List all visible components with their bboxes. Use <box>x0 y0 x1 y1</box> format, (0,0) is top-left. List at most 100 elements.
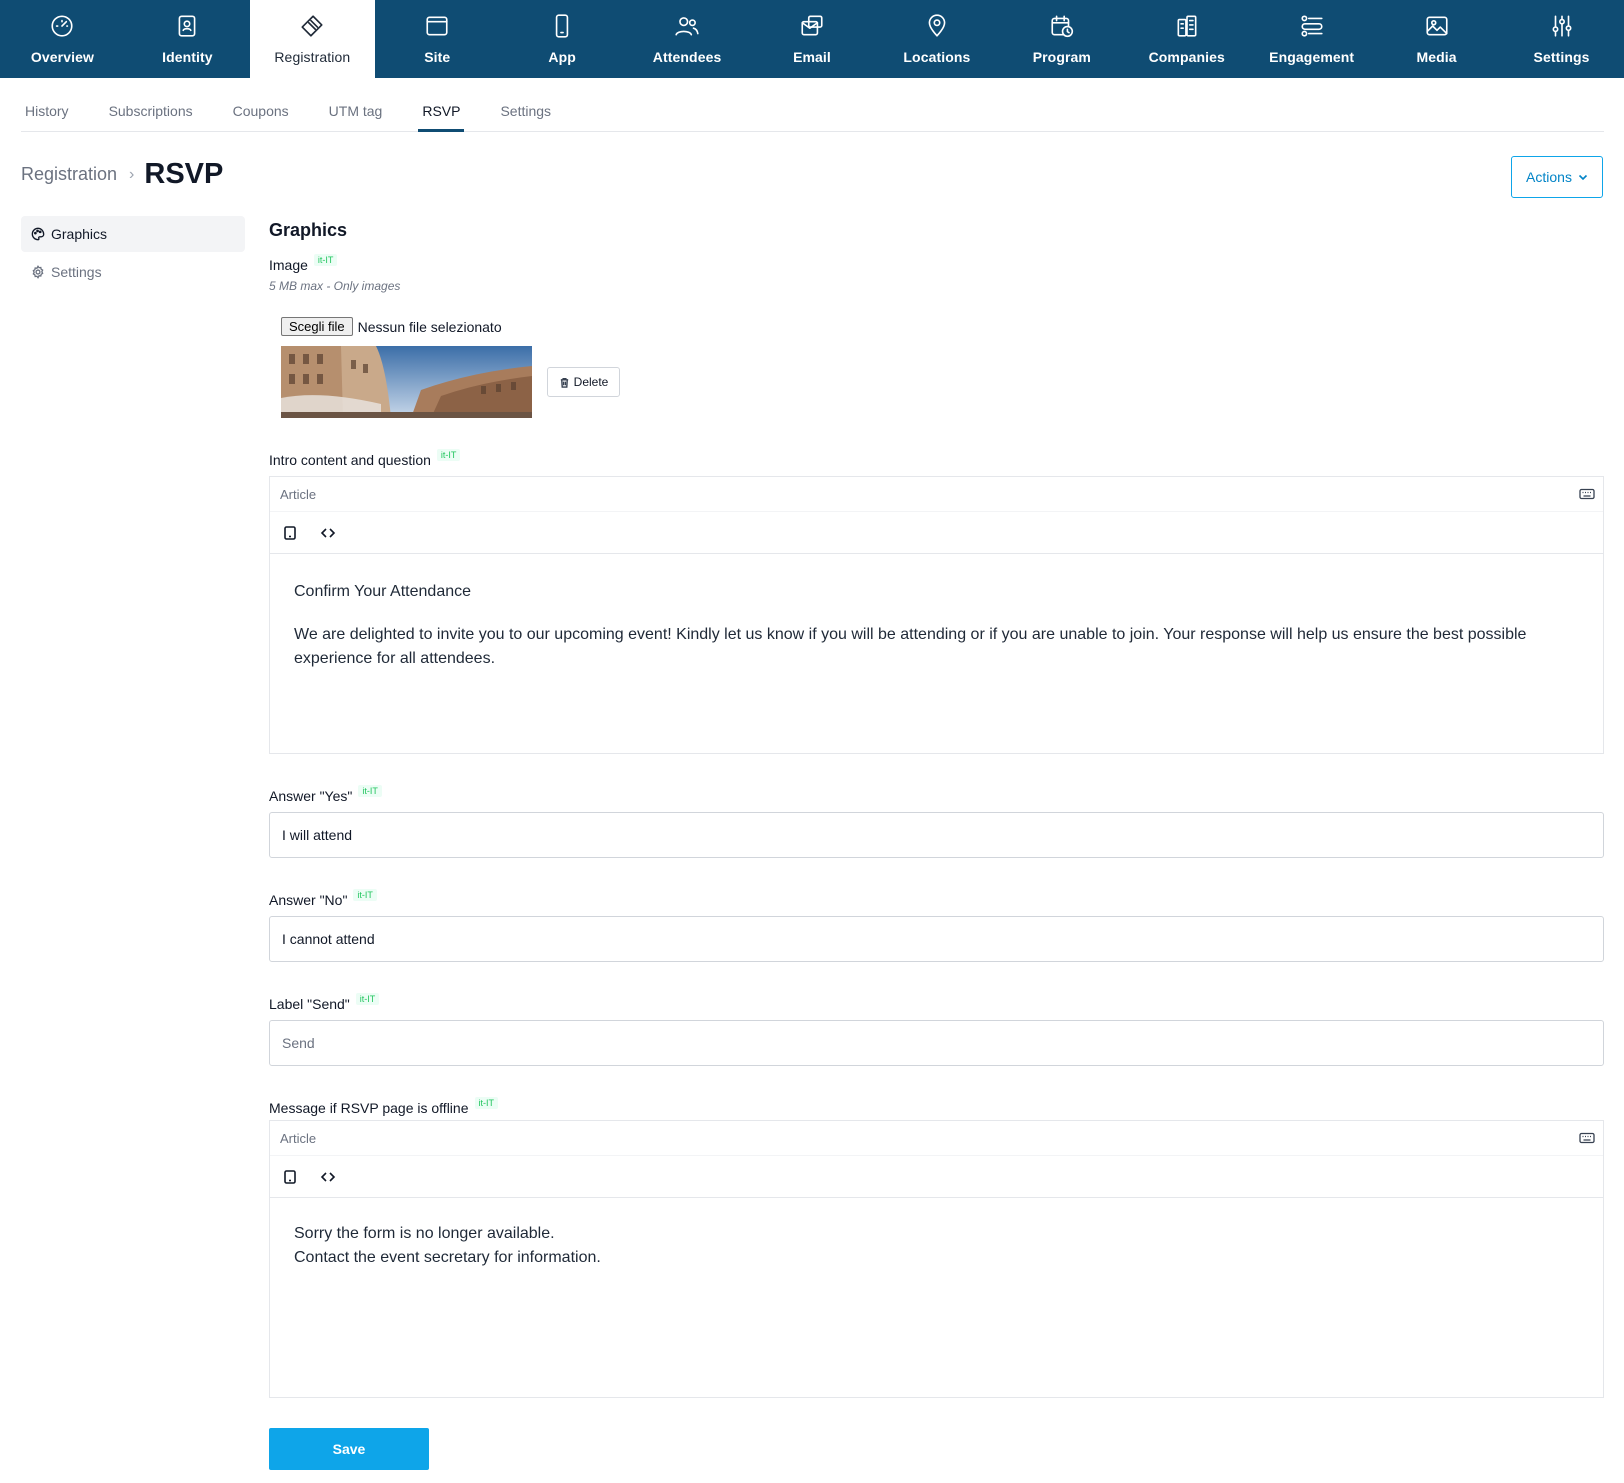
answer-no-field-label: Answer "No" it-IT <box>269 889 1604 908</box>
side-item-label: Graphics <box>51 226 108 242</box>
gear-icon <box>32 265 44 279</box>
nav-item-settings[interactable]: Settings <box>1499 0 1624 78</box>
intro-heading: Confirm Your Attendance <box>294 583 472 600</box>
tab-coupons[interactable]: Coupons <box>229 100 293 132</box>
actions-label: Actions <box>1526 169 1572 185</box>
intro-body: We are delighted to invite you to our up… <box>294 626 1527 667</box>
main-form: Graphics Image it-IT 5 MB max - Only ima… <box>269 220 1604 1470</box>
code-view-icon[interactable] <box>320 1169 336 1185</box>
answer-yes-input[interactable]: I will attend <box>269 812 1604 858</box>
nav-item-companies[interactable]: Companies <box>1124 0 1249 78</box>
tab-settings[interactable]: Settings <box>496 100 555 132</box>
label-send-field-label: Label "Send" it-IT <box>269 993 1604 1012</box>
nav-label: Companies <box>1148 49 1225 65</box>
nav-label: Locations <box>903 49 971 65</box>
offline-field-label: Message if RSVP page is offline it-IT <box>269 1097 1604 1116</box>
tab-rsvp[interactable]: RSVP <box>418 100 465 132</box>
palette-icon <box>31 227 45 241</box>
intro-editor-content[interactable]: Confirm Your Attendance We are delighted… <box>270 554 1603 753</box>
offline-editor: Article Sorry the form is no longer avai… <box>269 1120 1604 1398</box>
map-pin-icon <box>923 12 951 40</box>
nav-label: Site <box>424 49 451 65</box>
image-hint: 5 MB max - Only images <box>269 279 401 293</box>
id-card-icon <box>173 12 201 40</box>
nav-item-site[interactable]: Site <box>375 0 500 78</box>
code-view-icon[interactable] <box>320 525 336 541</box>
actions-button[interactable]: Actions <box>1511 156 1603 198</box>
editor-type-label: Article <box>280 1130 317 1146</box>
locale-badge: it-IT <box>436 449 461 461</box>
locale-badge: it-IT <box>355 993 380 1005</box>
answer-no-label: Answer "No" <box>269 892 348 908</box>
tab-utm-tag[interactable]: UTM tag <box>325 100 387 132</box>
image-preview-row: Delete <box>281 346 1604 418</box>
answer-no-input[interactable]: I cannot attend <box>269 916 1604 962</box>
nav-label: App <box>548 49 576 65</box>
answer-yes-field-label: Answer "Yes" it-IT <box>269 785 1604 804</box>
nav-label: Overview <box>30 49 94 65</box>
nav-label: Email <box>793 49 831 65</box>
nav-item-app[interactable]: App <box>500 0 625 78</box>
trash-icon <box>560 377 568 388</box>
buildings-icon <box>1173 12 1201 40</box>
locale-badge: it-IT <box>313 254 338 266</box>
offline-line-1: Sorry the form is no longer available. <box>294 1225 555 1242</box>
browser-window-icon <box>423 12 451 40</box>
intro-field-label: Intro content and question it-IT <box>269 449 1604 468</box>
nav-item-attendees[interactable]: Attendees <box>625 0 750 78</box>
tab-history[interactable]: History <box>21 100 73 132</box>
page-title: RSVP <box>144 158 224 190</box>
sliders-icon <box>1548 12 1576 40</box>
editor-header: Article <box>270 477 1603 512</box>
file-picker: Scegli file Nessun file selezionato <box>281 317 1604 336</box>
intro-editor: Article Confirm Your Attendance We are d… <box>269 476 1604 754</box>
intro-label: Intro content and question <box>269 452 431 468</box>
users-icon <box>673 12 701 40</box>
choose-file-button[interactable]: Scegli file <box>281 317 353 336</box>
nav-label: Registration <box>274 49 351 65</box>
nav-item-identity[interactable]: Identity <box>125 0 250 78</box>
nav-item-engagement[interactable]: Engagement <box>1249 0 1374 78</box>
breadcrumb: Registration › RSVP <box>21 158 223 191</box>
nav-item-program[interactable]: Program <box>999 0 1124 78</box>
envelope-icon <box>798 12 826 40</box>
chevron-down-icon <box>1578 174 1588 181</box>
image-thumbnail <box>281 346 532 418</box>
nav-item-overview[interactable]: Overview <box>0 0 125 78</box>
image-field-label: Image it-IT <box>269 254 1604 273</box>
delete-label: Delete <box>573 375 609 389</box>
keyboard-icon[interactable] <box>1579 1132 1595 1144</box>
tab-subscriptions[interactable]: Subscriptions <box>105 100 197 132</box>
nav-item-locations[interactable]: Locations <box>874 0 999 78</box>
nav-label: Settings <box>1533 49 1590 65</box>
tablet-preview-icon[interactable] <box>282 525 298 541</box>
side-item-graphics[interactable]: Graphics <box>21 216 245 252</box>
editor-header: Article <box>270 1121 1603 1156</box>
nav-item-email[interactable]: Email <box>750 0 875 78</box>
delete-image-button[interactable]: Delete <box>547 367 620 397</box>
image-icon <box>1423 12 1451 40</box>
save-button[interactable]: Save <box>269 1428 429 1470</box>
side-item-settings[interactable]: Settings <box>21 254 245 290</box>
user-list-icon <box>1298 12 1326 40</box>
image-label: Image <box>269 257 308 273</box>
side-menu: Graphics Settings <box>21 216 245 292</box>
breadcrumb-separator: › <box>129 165 135 183</box>
offline-editor-content[interactable]: Sorry the form is no longer available. C… <box>270 1198 1603 1397</box>
locale-badge: it-IT <box>358 785 382 797</box>
breadcrumb-parent[interactable]: Registration <box>21 164 117 185</box>
section-title: Graphics <box>269 220 348 240</box>
locale-badge: it-IT <box>353 889 377 901</box>
dashboard-gauge-icon <box>48 12 76 40</box>
editor-toolbar <box>270 512 1603 554</box>
image-preview <box>281 346 532 418</box>
label-send-input[interactable]: Send <box>269 1020 1604 1066</box>
keyboard-icon[interactable] <box>1579 488 1595 500</box>
smartphone-icon <box>548 12 576 40</box>
tablet-preview-icon[interactable] <box>282 1169 298 1185</box>
calendar-clock-icon <box>1048 12 1076 40</box>
nav-item-media[interactable]: Media <box>1374 0 1499 78</box>
nav-item-registration[interactable]: Registration <box>249 0 375 78</box>
nav-label: Identity <box>162 49 213 65</box>
top-navigation: Overview Identity Registration Site App … <box>0 0 1624 78</box>
